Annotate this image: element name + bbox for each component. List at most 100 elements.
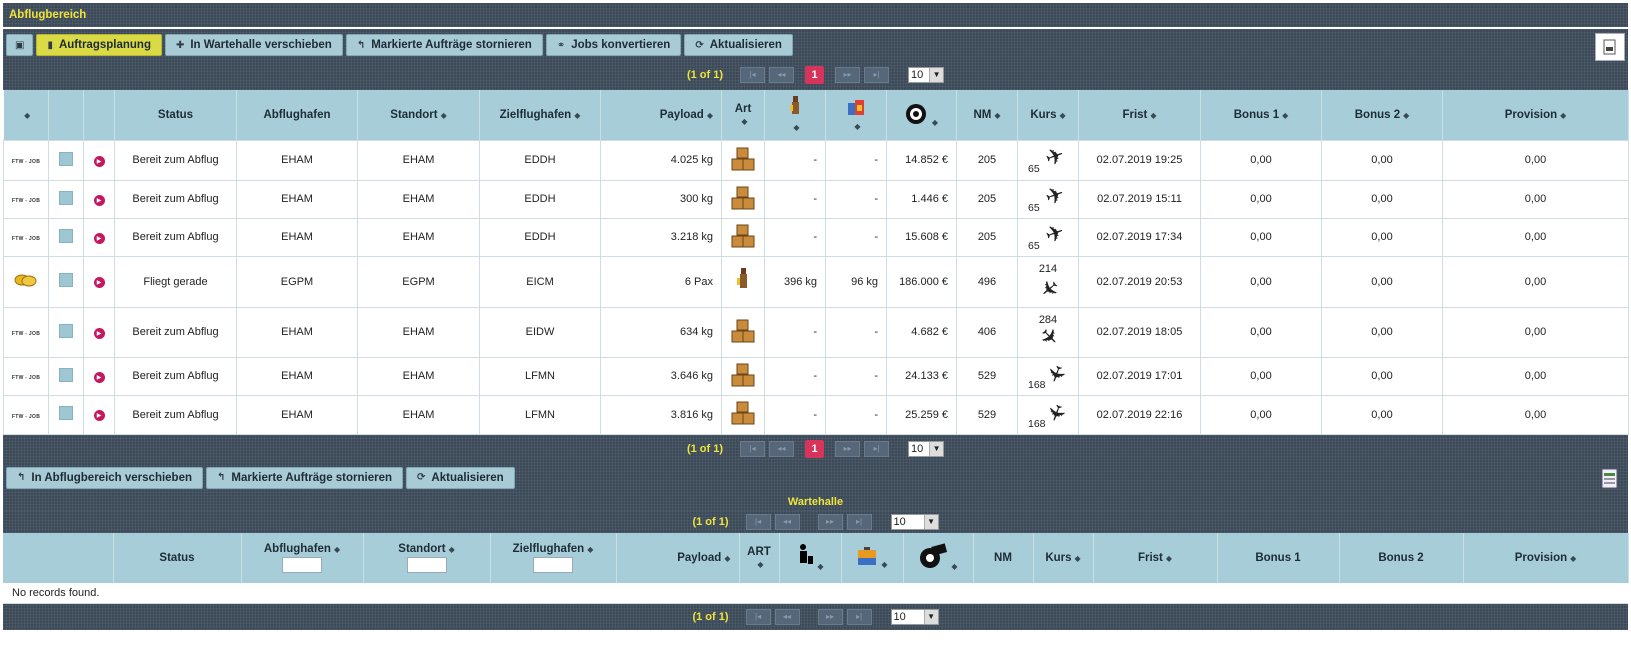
w-header-payload[interactable]: Payload ◆ xyxy=(616,532,740,583)
w-header-status[interactable]: Status xyxy=(113,532,242,583)
cell-nm: 529 xyxy=(956,356,1018,396)
w-header-zielflughafen[interactable]: Zielflughafen ◆ xyxy=(490,532,617,583)
header-art[interactable]: Art ◆ xyxy=(721,90,765,140)
w-header-art[interactable]: ART ◆ xyxy=(739,532,780,583)
header-passenger-weight[interactable]: ◆ xyxy=(764,90,826,140)
table-row[interactable]: FTW - JOB ▶ Bereit zum Abflug EHAM EHAM EIDW 6… xyxy=(3,306,1629,358)
cell-payload: 6 Pax xyxy=(600,255,722,308)
last-page-button[interactable]: ▸| xyxy=(846,608,872,625)
w-header-baggage[interactable]: ◆ xyxy=(841,532,904,583)
header-provision[interactable]: Provision ◆ xyxy=(1442,90,1629,140)
header-zielflughafen[interactable]: Zielflughafen ◆ xyxy=(479,90,601,140)
play-icon[interactable]: ▶ xyxy=(93,155,105,167)
play-icon[interactable]: ▶ xyxy=(93,277,105,288)
row-checkbox[interactable] xyxy=(59,323,73,338)
play-icon[interactable]: ▶ xyxy=(93,371,105,383)
move-to-waiting-hall-button[interactable]: ✚ In Wartehalle verschieben xyxy=(164,34,343,56)
cell-pax-weight: - xyxy=(764,356,826,396)
prev-page-button[interactable]: ◂◂ xyxy=(769,440,795,457)
rows-per-page-select[interactable]: 10 ▼ xyxy=(908,440,945,457)
header-baggage-weight[interactable]: ◆ xyxy=(825,90,887,140)
table-row[interactable]: FTW - JOB ▶ Bereit zum Abflug EHAM EHAM EDDH 3… xyxy=(3,179,1629,219)
table-row[interactable]: FTW - JOB ▶ Bereit zum Abflug EHAM EHAM EDDH 3… xyxy=(3,217,1629,257)
export-pdf-button[interactable] xyxy=(1595,33,1625,61)
first-page-button[interactable]: |◂ xyxy=(745,608,771,625)
pager-top: (1 of 1) |◂ ◂◂ 1 ▸▸ ▸| 10 ▼ xyxy=(3,60,1628,90)
next-page-button[interactable]: ▸▸ xyxy=(835,67,861,83)
export-xls-button[interactable] xyxy=(1595,465,1625,493)
next-page-button[interactable]: ▸▸ xyxy=(817,608,843,625)
w-header-standort[interactable]: Standort ◆ xyxy=(363,532,491,583)
cell-abflughafen: EGPM xyxy=(236,255,358,308)
first-page-button[interactable]: |◂ xyxy=(745,513,771,530)
cargo-boxes-icon xyxy=(731,147,755,170)
row-checkbox[interactable] xyxy=(59,151,73,166)
prev-page-button[interactable]: ◂◂ xyxy=(774,513,800,530)
w-header-frist[interactable]: Frist ◆ xyxy=(1093,532,1218,583)
row-checkbox[interactable] xyxy=(59,228,73,243)
header-kurs[interactable]: Kurs ◆ xyxy=(1017,90,1079,140)
play-icon[interactable]: ▶ xyxy=(93,232,105,244)
abflughafen-filter-input[interactable] xyxy=(282,556,322,573)
zielflughafen-filter-input[interactable] xyxy=(533,556,573,573)
header-payload[interactable]: Payload ◆ xyxy=(600,90,722,140)
prev-page-button[interactable]: ◂◂ xyxy=(774,608,800,625)
w-header-kurs[interactable]: Kurs ◆ xyxy=(1033,532,1094,583)
prev-page-button[interactable]: ◂◂ xyxy=(769,67,795,83)
cell-status: Bereit zum Abflug xyxy=(114,179,237,219)
cell-bonus2: 0,00 xyxy=(1321,139,1443,181)
header-frist[interactable]: Frist ◆ xyxy=(1078,90,1201,140)
last-page-button[interactable]: ▸| xyxy=(846,513,872,530)
current-page[interactable]: 1 xyxy=(805,439,825,458)
standort-filter-input[interactable] xyxy=(406,556,447,573)
header-nm[interactable]: NM ◆ xyxy=(956,90,1018,140)
w-header-revenue[interactable]: ◆ xyxy=(903,532,974,583)
cancel-marked-button[interactable]: ↰ Markierte Aufträge stornieren xyxy=(345,34,543,56)
last-page-button[interactable]: ▸| xyxy=(864,67,890,83)
convert-jobs-button[interactable]: ⚭ Jobs konvertieren xyxy=(545,34,682,56)
collapse-button[interactable]: ▣ xyxy=(6,34,34,56)
w-header-abflughafen[interactable]: Abflughafen ◆ xyxy=(241,532,364,583)
row-checkbox[interactable] xyxy=(59,190,73,205)
header-bonus1[interactable]: Bonus 1 ◆ xyxy=(1200,90,1322,140)
rows-per-page-select[interactable]: 10 ▼ xyxy=(890,608,939,625)
table-row[interactable]: FTW - JOB ▶ Bereit zum Abflug EHAM EHAM EDDH 4… xyxy=(3,139,1629,181)
w-header-passenger[interactable]: ◆ xyxy=(779,532,842,583)
cancel-marked-button-2[interactable]: ↰ Markierte Aufträge stornieren xyxy=(206,466,404,489)
next-page-button[interactable]: ▸▸ xyxy=(817,513,843,530)
play-icon[interactable]: ▶ xyxy=(93,327,105,339)
current-page[interactable]: 1 xyxy=(805,66,825,84)
table-row[interactable]: FTW - JOB ▶ Bereit zum Abflug EHAM EHAM LFMN 3… xyxy=(3,394,1629,435)
header-abflughafen[interactable]: Abflughafen xyxy=(236,90,358,140)
header-status[interactable]: Status xyxy=(114,90,237,140)
play-icon[interactable]: ▶ xyxy=(93,410,105,421)
w-header-bonus2[interactable]: Bonus 2 xyxy=(1339,532,1464,583)
rows-per-page-select[interactable]: 10 ▼ xyxy=(908,67,945,83)
cell-bonus1: 0,00 xyxy=(1200,306,1322,358)
header-standort[interactable]: Standort ◆ xyxy=(357,90,480,140)
table-row[interactable]: FTW - JOB ▶ Bereit zum Abflug EHAM EHAM LFMN 3… xyxy=(3,356,1629,396)
row-checkbox[interactable] xyxy=(59,273,73,287)
header-bonus2[interactable]: Bonus 2 ◆ xyxy=(1321,90,1443,140)
cell-abflughafen: EHAM xyxy=(236,217,358,257)
header-revenue[interactable]: ◆ xyxy=(886,90,957,140)
w-header-bonus1[interactable]: Bonus 1 xyxy=(1217,532,1340,583)
first-page-button[interactable]: |◂ xyxy=(740,67,766,83)
first-page-button[interactable]: |◂ xyxy=(740,440,766,457)
auftragsplanung-button[interactable]: ▮ Auftragsplanung xyxy=(36,34,162,56)
w-header-nm[interactable]: NM xyxy=(973,532,1034,583)
row-checkbox[interactable] xyxy=(59,367,73,382)
money-bag-icon xyxy=(920,543,948,568)
row-checkbox[interactable] xyxy=(59,406,73,420)
move-to-departure-button[interactable]: ↰ In Abflugbereich verschieben xyxy=(6,466,204,489)
cell-baggage: 96 kg xyxy=(825,255,887,308)
play-icon[interactable]: ▶ xyxy=(93,194,105,206)
table-row[interactable]: ▶ Fliegt gerade EGPM EGPM EICM 6 Pax 396 kg 96 … xyxy=(3,255,1629,308)
refresh-button[interactable]: ⟳ Aktualisieren xyxy=(684,34,793,56)
rows-per-page-select[interactable]: 10 ▼ xyxy=(890,513,939,530)
refresh-button-2[interactable]: ⟳ Aktualisieren xyxy=(406,466,515,489)
next-page-button[interactable]: ▸▸ xyxy=(835,440,861,457)
last-page-button[interactable]: ▸| xyxy=(864,440,890,457)
select-all-header[interactable]: ◆ xyxy=(3,90,49,140)
w-header-provision[interactable]: Provision ◆ xyxy=(1463,532,1629,583)
